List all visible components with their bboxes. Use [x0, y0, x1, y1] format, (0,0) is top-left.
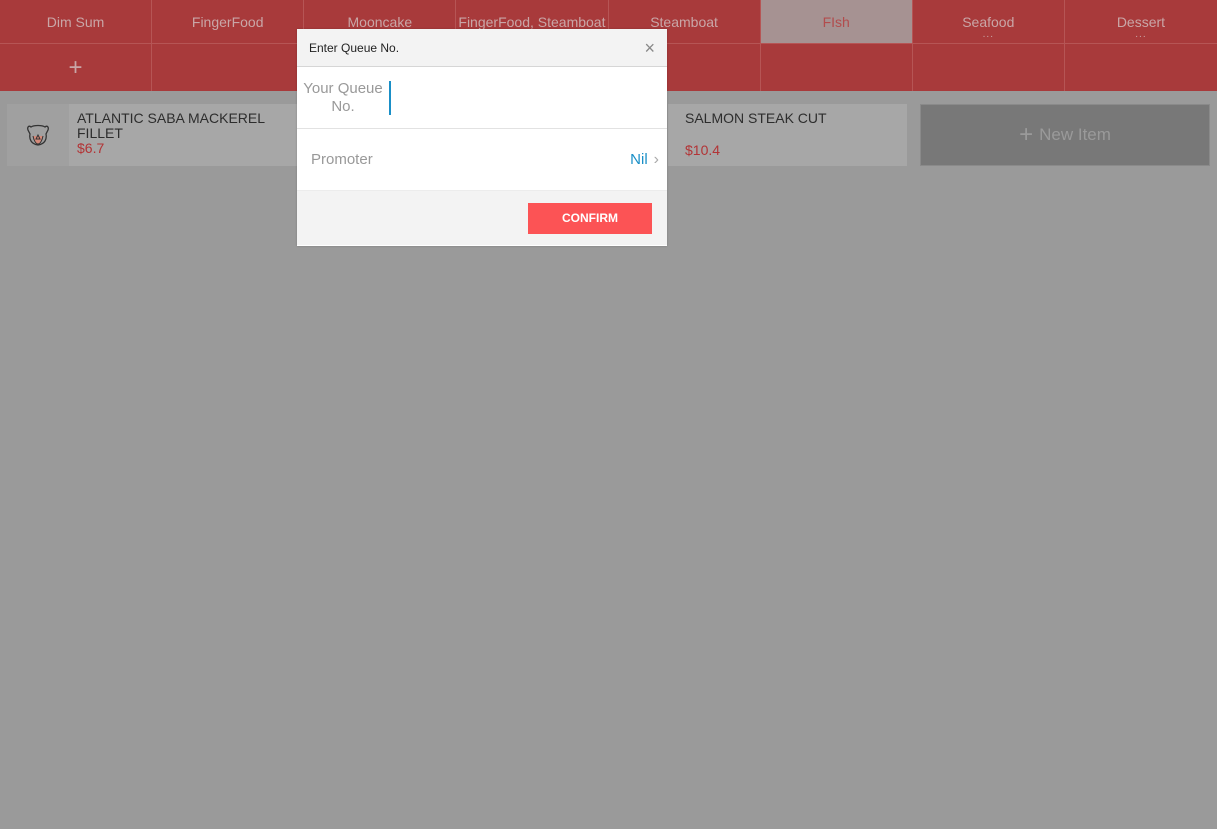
new-item-button[interactable]: + New Item: [920, 104, 1210, 166]
promoter-selector[interactable]: Promoter Nil ›: [297, 129, 667, 191]
item-price: $6.7: [77, 140, 105, 156]
promoter-value: Nil: [630, 151, 648, 168]
item-thumbnail: [7, 104, 69, 166]
dialog-footer: CONFIRM: [297, 191, 667, 245]
plus-icon: +: [68, 53, 83, 81]
queue-label: Your Queue No.: [303, 79, 383, 115]
new-item-label: New Item: [1039, 125, 1111, 144]
fish-fillet-icon: [27, 124, 49, 146]
subcategory-cell[interactable]: [761, 44, 913, 91]
promoter-label: Promoter: [311, 151, 373, 168]
tab-fingerfood[interactable]: FingerFood: [152, 0, 305, 43]
tab-fish[interactable]: FIsh: [760, 0, 913, 43]
item-name: SALMON STEAK CUT: [685, 110, 827, 126]
item-card[interactable]: SALMON STEAK CUT $10.4: [668, 104, 907, 166]
tab-dim-sum[interactable]: Dim Sum: [0, 0, 153, 43]
tab-dessert[interactable]: Dessert...: [1065, 0, 1217, 43]
item-price: $10.4: [685, 142, 721, 158]
tab-label: FingerFood: [191, 14, 264, 30]
more-icon: ...: [1135, 29, 1147, 40]
tab-label: FingerFood, Steamboat: [458, 14, 606, 30]
close-icon[interactable]: ×: [644, 39, 655, 57]
item-card[interactable]: ATLANTIC SABA MACKEREL FILLET $6.7: [7, 104, 307, 166]
confirm-button[interactable]: CONFIRM: [528, 202, 652, 234]
dialog-title: Enter Queue No.: [309, 40, 400, 55]
queue-row: Your Queue No.: [297, 67, 667, 129]
tab-label: Seafood: [962, 14, 1015, 30]
chevron-right-icon: ›: [653, 150, 659, 168]
tab-label: FIsh: [822, 14, 850, 30]
tab-label: Dim Sum: [46, 14, 105, 30]
dialog-header: Enter Queue No. ×: [297, 29, 667, 67]
subcategory-cell[interactable]: [913, 44, 1065, 91]
subcategory-cell[interactable]: [1065, 44, 1217, 91]
tab-label: Mooncake: [347, 14, 413, 30]
add-category-button[interactable]: +: [0, 44, 153, 91]
subcategory-cell[interactable]: [152, 44, 305, 91]
queue-dialog: Enter Queue No. × Your Queue No. Promote…: [297, 29, 667, 246]
promoter-value-wrap: Nil ›: [630, 151, 659, 169]
plus-icon: +: [1019, 121, 1034, 148]
tab-seafood[interactable]: Seafood...: [913, 0, 1065, 43]
tab-label: Steamboat: [650, 14, 718, 30]
tab-label: Dessert: [1116, 14, 1166, 30]
queue-number-input[interactable]: [389, 80, 667, 115]
more-icon: ...: [982, 29, 994, 40]
item-name: ATLANTIC SABA MACKEREL FILLET: [77, 110, 265, 141]
